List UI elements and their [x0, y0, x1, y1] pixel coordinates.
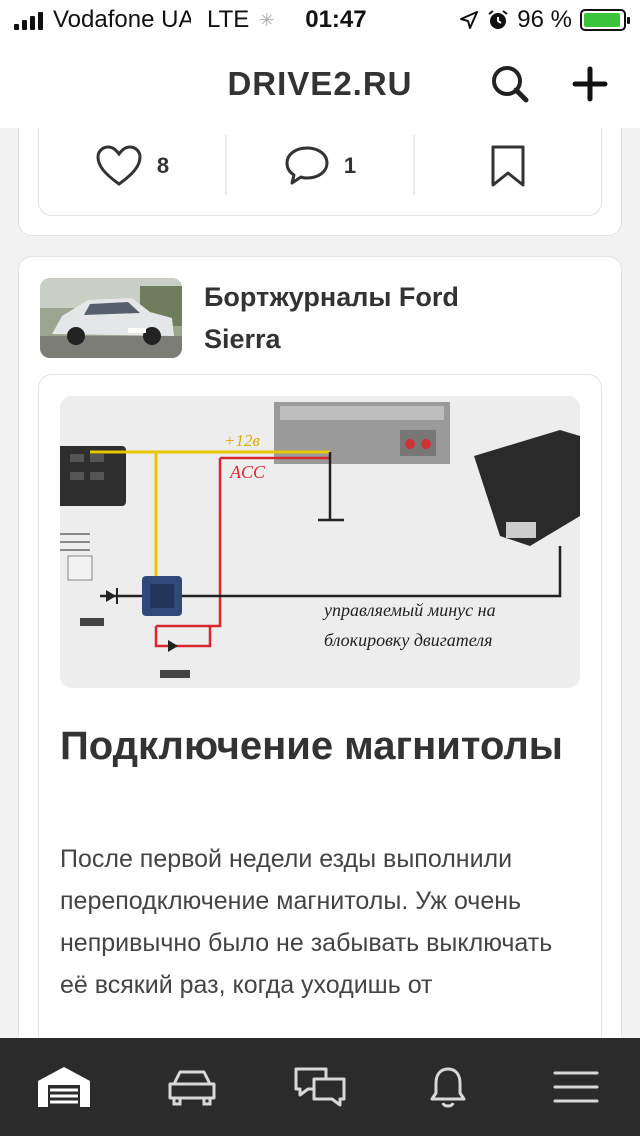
network-type: LTE — [207, 6, 250, 33]
site-title[interactable]: DRIVE2.RU — [227, 65, 412, 103]
tab-notifications[interactable] — [408, 1052, 488, 1122]
location-arrow-icon — [460, 11, 479, 29]
post-body: После первой недели езды выполнили переп… — [60, 845, 553, 999]
messages-icon — [294, 1067, 346, 1107]
comment-icon — [285, 146, 329, 185]
heart-icon — [96, 145, 142, 186]
menu-icon — [553, 1071, 599, 1103]
battery-level — [584, 13, 621, 27]
like-button[interactable]: 8 — [39, 135, 225, 197]
search-icon — [492, 66, 529, 103]
battery-icon — [580, 9, 630, 31]
bookmark-icon — [491, 145, 525, 187]
comment-button[interactable]: 1 — [227, 135, 413, 197]
diagram-caption-line2: блокировку двигателя — [324, 630, 493, 650]
car-thumbnail[interactable] — [40, 278, 182, 358]
alarm-icon — [488, 10, 508, 29]
bookmark-button[interactable] — [415, 135, 601, 197]
app-header: DRIVE2.RU — [0, 40, 640, 128]
activity-spinner-icon: ✳ — [259, 10, 275, 30]
garage-icon — [38, 1067, 90, 1107]
tab-menu[interactable] — [536, 1052, 616, 1122]
tab-messages[interactable] — [280, 1052, 360, 1122]
comment-count: 1 — [343, 153, 357, 178]
diagram-caption-line1: управляемый минус на — [322, 600, 496, 620]
tab-cars[interactable] — [152, 1052, 232, 1122]
status-bar: Vodafone UA LTE ✳ 01:47 96 % — [0, 0, 640, 40]
post-actions: 8 1 — [39, 135, 601, 197]
add-button[interactable] — [566, 60, 614, 108]
wiring-diagram-image[interactable]: +12в ACC управляемый минус на блокировку… — [60, 396, 580, 688]
bell-icon — [430, 1067, 466, 1108]
carrier-name: Vodafone UA — [53, 6, 191, 33]
plus-icon — [572, 66, 608, 102]
post-title[interactable]: Подключение магнитолы — [60, 720, 580, 772]
source-title[interactable]: Бортжурналы Ford Sierra — [204, 276, 524, 360]
status-time: 01:47 — [305, 6, 367, 33]
post-source[interactable]: Бортжурналы Ford Sierra — [40, 276, 524, 360]
tab-garage[interactable] — [24, 1052, 104, 1122]
bottom-tab-bar — [0, 1038, 640, 1136]
signal-strength-icon — [14, 10, 43, 30]
diagram-label-acc: ACC — [229, 462, 266, 482]
battery-percent: 96 % — [517, 6, 572, 33]
like-count: 8 — [156, 153, 170, 178]
search-button[interactable] — [486, 60, 534, 108]
diagram-label-12v: +12в — [224, 431, 260, 450]
car-icon — [168, 1070, 216, 1106]
